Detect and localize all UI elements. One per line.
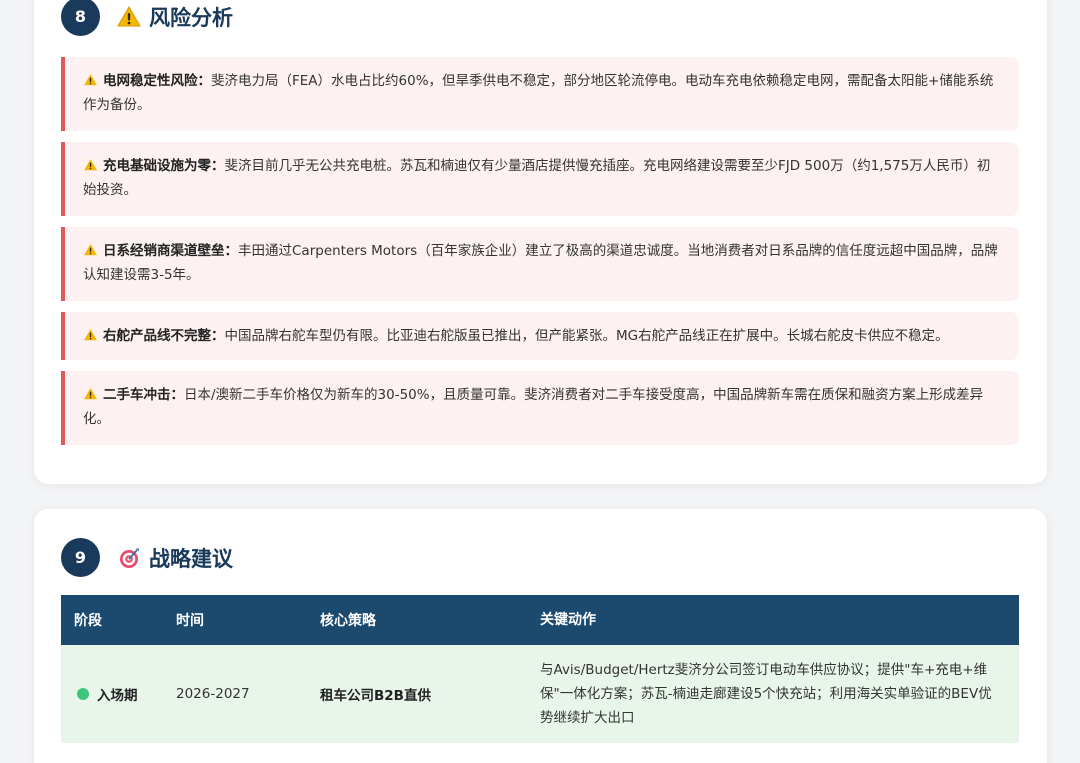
risk-section-header: 8 风险分析 (61, 0, 233, 36)
warning-icon (84, 388, 97, 400)
risk-label: 充电基础设施为零： (103, 158, 225, 174)
strategy-section-header: 9 战略建议 (61, 538, 233, 577)
risk-text: 斐济电力局（FEA）水电占比约60%，但旱季供电不稳定，部分地区轮流停电。电动车… (83, 73, 994, 113)
warning-icon (117, 5, 141, 26)
warning-icon (84, 74, 97, 86)
column-header-phase: 阶段 (74, 613, 102, 629)
section-number-badge: 9 (61, 538, 100, 577)
risk-item: 二手车冲击：日本/澳新二手车价格仅为新车的30-50%，且质量可靠。斐济消费者对… (61, 371, 1019, 445)
section-title: 风险分析 (149, 5, 233, 30)
table-header-row: 阶段 时间 核心策略 关键动作 (61, 595, 1019, 645)
risk-text: 日本/澳新二手车价格仅为新车的30-50%，且质量可靠。斐济消费者对二手车接受度… (83, 387, 984, 427)
strategy-table: 阶段 时间 核心策略 关键动作 入场期 2026-2027 租车公司B2B直供 … (61, 595, 1019, 743)
strategy-card: 9 战略建议 阶段 时间 核心策略 关键动作 入场期 2026-2027 租车公… (34, 509, 1047, 763)
risk-analysis-card: 8 风险分析 电网稳定性风险：斐济电力局（FEA）水电占比约60%，但旱季供电不… (34, 0, 1047, 484)
warning-icon (84, 159, 97, 171)
warning-icon (84, 329, 97, 341)
actions-cell: 与Avis/Budget/Hertz斐济分公司签订电动车供应协议；提供"车+充电… (540, 662, 992, 726)
risk-label: 日系经销商渠道壁垒： (103, 243, 238, 259)
risk-item: 右舵产品线不完整：中国品牌右舵车型仍有限。比亚迪右舵版虽已推出，但产能紧张。MG… (61, 312, 1019, 360)
section-title: 战略建议 (149, 546, 233, 571)
column-header-actions: 关键动作 (540, 612, 596, 628)
column-header-time: 时间 (176, 613, 204, 629)
risk-label: 电网稳定性风险： (103, 73, 211, 89)
risk-item: 充电基础设施为零：斐济目前几乎无公共充电桩。苏瓦和楠迪仅有少量酒店提供慢充插座。… (61, 142, 1019, 216)
risk-label: 右舵产品线不完整： (103, 328, 225, 344)
table-row: 入场期 2026-2027 租车公司B2B直供 与Avis/Budget/Her… (61, 645, 1019, 743)
section-number-badge: 8 (61, 0, 100, 36)
column-header-strategy: 核心策略 (320, 613, 376, 629)
phase-label: 入场期 (97, 688, 138, 704)
time-cell: 2026-2027 (176, 686, 250, 702)
phase-cell: 入场期 (61, 684, 176, 704)
risk-item: 电网稳定性风险：斐济电力局（FEA）水电占比约60%，但旱季供电不稳定，部分地区… (61, 57, 1019, 131)
risk-list: 电网稳定性风险：斐济电力局（FEA）水电占比约60%，但旱季供电不稳定，部分地区… (61, 57, 1019, 456)
risk-item: 日系经销商渠道壁垒：丰田通过Carpenters Motors（百年家族企业）建… (61, 227, 1019, 301)
risk-text: 中国品牌右舵车型仍有限。比亚迪右舵版虽已推出，但产能紧张。MG右舵产品线正在扩展… (224, 328, 949, 344)
strategy-cell: 租车公司B2B直供 (320, 688, 431, 704)
status-dot-icon (77, 688, 89, 700)
warning-icon (84, 244, 97, 256)
target-icon (120, 548, 139, 568)
risk-label: 二手车冲击： (103, 387, 184, 403)
